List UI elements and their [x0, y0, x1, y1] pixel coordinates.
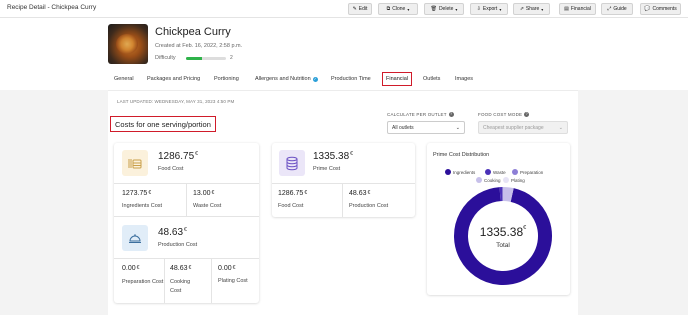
legend-swatch — [503, 177, 509, 183]
tab-general[interactable]: General — [114, 72, 134, 86]
waste-cost-value: 13.00€ — [193, 190, 215, 197]
clone-button[interactable]: ⧉ Clone ▾ — [378, 3, 418, 15]
ingredients-cost-value: 1273.75€ — [122, 190, 152, 197]
divider — [272, 183, 415, 184]
chevron-down-icon: ▾ — [541, 6, 544, 12]
divider — [342, 184, 343, 217]
tab-financial[interactable]: Financial — [382, 72, 413, 86]
prime-cost-label: Prime Cost — [313, 166, 341, 172]
section-title: Costs for one serving/portion — [110, 116, 216, 132]
preparation-cost-label: Preparation Cost — [122, 279, 164, 285]
prime-cost-value: 1335.38€ — [313, 151, 353, 162]
difficulty-bar — [186, 57, 226, 60]
edit-button[interactable]: ✎ Edit — [348, 3, 372, 15]
waste-cost-label: Waste Cost — [193, 203, 222, 209]
cloche-icon — [129, 234, 141, 243]
check-icon: ✓ — [312, 76, 318, 82]
chevron-down-icon: ⌄ — [558, 124, 563, 131]
plating-cost-label: Plating Cost — [218, 278, 248, 284]
chevron-down-icon: ▾ — [499, 6, 502, 12]
difficulty-fill — [186, 57, 202, 60]
download-icon: ⇩ — [476, 5, 481, 12]
financial-button[interactable]: ▤ Financial — [559, 3, 596, 15]
prime-cost-icon-box — [279, 150, 305, 176]
chevron-down-icon: ▾ — [455, 6, 458, 12]
ingredients-cost-label: Ingredients Cost — [122, 203, 163, 209]
calculate-per-outlet-label: CALCULATE PER OUTLET? — [387, 112, 454, 117]
tab-production-time[interactable]: Production Time — [331, 72, 371, 86]
help-icon: ? — [448, 112, 454, 117]
tab-allergens-and-nutrition[interactable]: Allergens and Nutrition ✓ — [255, 72, 318, 86]
legend-swatch — [476, 177, 482, 183]
legend-item-ingredients[interactable]: Ingredients — [445, 169, 475, 175]
production-cost-label: Production Cost — [158, 242, 198, 248]
divider — [186, 184, 187, 216]
outlet-select[interactable]: All outlets ⌄ — [387, 121, 465, 134]
comment-icon: 💬 — [644, 5, 651, 12]
comments-button[interactable]: 💬 Comments — [640, 3, 681, 15]
divider — [114, 216, 259, 217]
trash-icon: 🗑 — [430, 5, 437, 12]
food-cost-icon-box — [122, 150, 148, 176]
food-cost-mode-label: FOOD COST MODE? — [478, 112, 530, 117]
legend-item-waste[interactable]: Waste — [485, 169, 506, 175]
legend-swatch — [485, 169, 491, 175]
prime-food-cost-label: Food Cost — [278, 203, 304, 209]
share-icon: ⇗ — [519, 5, 524, 12]
food-cost-label: Food Cost — [158, 166, 184, 172]
created-date: Created at Feb. 16, 2022, 2:58 p.m. — [155, 43, 243, 49]
divider — [114, 258, 259, 259]
donut-slice-cooking[interactable] — [502, 187, 514, 202]
last-updated: LAST UPDATED: WEDNESDAY, MAY 31, 2023 4:… — [117, 99, 235, 104]
delete-button[interactable]: 🗑 Delete ▾ — [424, 3, 464, 15]
legend-item-cooking[interactable]: Cooking — [476, 177, 501, 183]
difficulty-value: 2 — [230, 55, 233, 61]
guide-button[interactable]: ⤢ Guide — [601, 3, 633, 15]
legend-swatch — [512, 169, 518, 175]
prime-production-cost-value: 48.63€ — [349, 190, 371, 197]
preparation-cost-value: 0.00€ — [122, 265, 140, 272]
prime-production-cost-label: Production Cost — [349, 203, 389, 209]
food-cost-value: 1286.75€ — [158, 151, 198, 162]
divider — [211, 259, 212, 303]
recipe-image — [108, 24, 148, 64]
cooking-cost-label: Cooking Cost — [170, 279, 191, 294]
recipe-name: Chickpea Curry — [155, 26, 231, 38]
distribution-title: Prime Cost Distribution — [433, 152, 490, 158]
tab-outlets[interactable]: Outlets — [423, 72, 440, 86]
tab-images[interactable]: Images — [455, 72, 473, 86]
prime-food-cost-value: 1286.75€ — [278, 190, 308, 197]
expand-icon: ⤢ — [607, 5, 612, 12]
total-label: Total — [496, 242, 510, 249]
divider — [164, 259, 165, 303]
legend-item-preparation[interactable]: Preparation — [512, 169, 543, 175]
pencil-icon: ✎ — [352, 5, 357, 12]
clone-icon: ⧉ — [386, 5, 391, 12]
total-value: 1335.38€ — [479, 225, 527, 239]
food-cost-mode-select[interactable]: Cheapest supplier package ⌄ — [478, 121, 568, 134]
export-button[interactable]: ⇩ Export ▾ — [470, 3, 508, 15]
help-icon: ? — [524, 112, 530, 117]
chevron-down-icon: ▾ — [407, 6, 410, 12]
page-title: Recipe Detail - Chickpea Curry — [7, 4, 97, 11]
food-icon — [128, 159, 142, 169]
difficulty-label: Difficulty — [155, 55, 176, 61]
tab-portioning[interactable]: Portioning — [214, 72, 239, 86]
production-cost-icon-box — [122, 225, 148, 251]
chevron-down-icon: ⌄ — [455, 124, 460, 131]
legend-item-plating[interactable]: Plating — [503, 177, 525, 183]
coins-stack-icon — [286, 156, 298, 171]
cooking-cost-value: 48.63€ — [170, 265, 192, 272]
production-cost-value: 48.63€ — [158, 227, 187, 238]
calculator-icon: ▤ — [564, 5, 569, 12]
tab-packages-and-pricing[interactable]: Packages and Pricing — [147, 72, 200, 86]
share-button[interactable]: ⇗ Share ▾ — [513, 3, 550, 15]
plating-cost-value: 0.00€ — [218, 265, 236, 272]
legend-swatch — [445, 169, 451, 175]
